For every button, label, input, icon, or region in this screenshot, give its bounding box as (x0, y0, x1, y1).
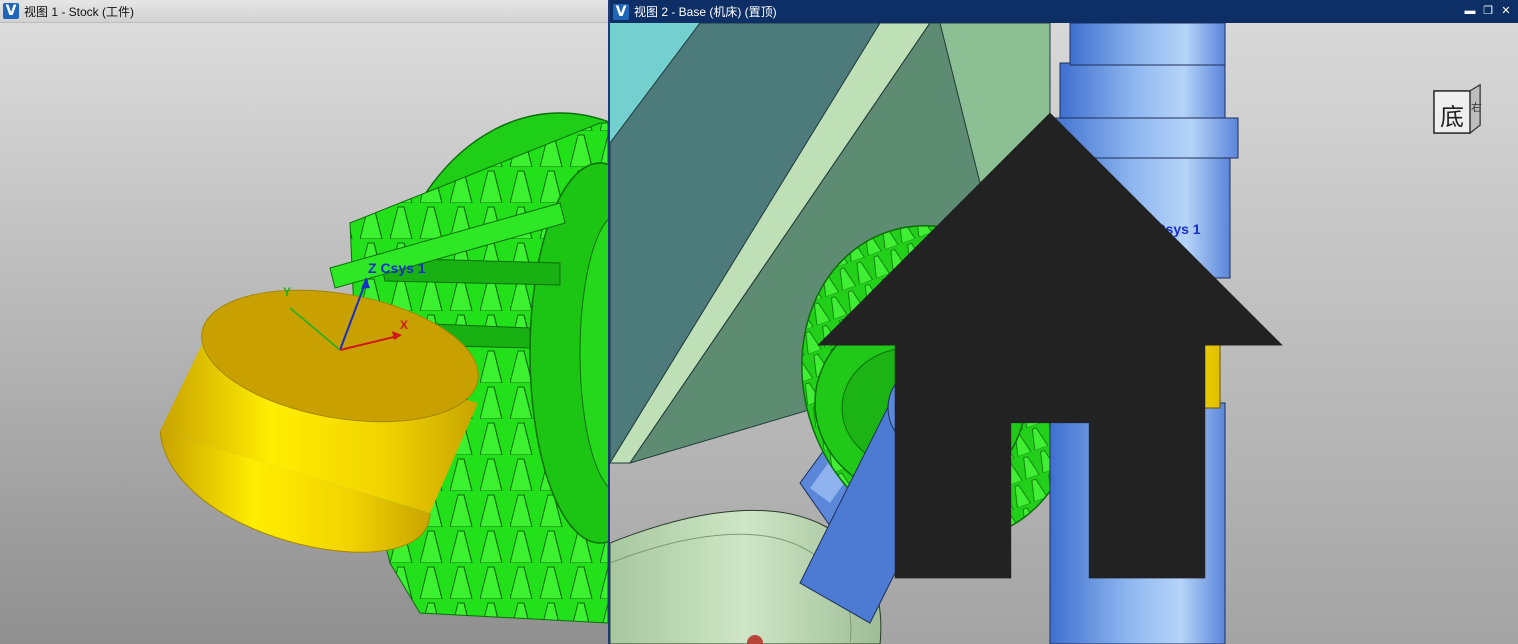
minimize-button[interactable]: ▬ (1464, 3, 1476, 19)
view-2-titlebar[interactable]: V 视图 2 - Base (机床) (置顶) ▬ ❐ ✕ (610, 0, 1518, 23)
view-1-scene (0, 23, 608, 644)
view-1-pane[interactable]: V 视图 1 - Stock (工件) Z Csys 1 X Y (0, 0, 608, 644)
view-2-pane[interactable]: V 视图 2 - Base (机床) (置顶) ▬ ❐ ✕ Z Csys 1 底… (608, 0, 1518, 644)
app-logo-icon: V (3, 3, 19, 19)
axis-x-label: X (400, 318, 409, 332)
view-1-titlebar[interactable]: V 视图 1 - Stock (工件) (0, 0, 608, 23)
view-cube-face-front[interactable]: 底 (1436, 97, 1468, 132)
view-cube[interactable]: 底 右 (1430, 81, 1488, 139)
window-controls: ▬ ❐ ✕ (1464, 3, 1512, 19)
view-2-title: 视图 2 - Base (机床) (置顶) (634, 5, 777, 19)
close-button[interactable]: ✕ (1500, 3, 1512, 19)
view-1-viewport[interactable]: Z Csys 1 X Y (0, 23, 608, 644)
app-logo-icon: V (613, 3, 629, 20)
view-1-title: 视图 1 - Stock (工件) (24, 4, 135, 19)
axis-y-label: Y (283, 285, 292, 299)
csys-z-label: Z Csys 1 (368, 260, 426, 276)
home-view-icon[interactable] (608, 35, 1504, 644)
view-cube-face-side[interactable]: 右 (1471, 99, 1482, 115)
view-2-viewport[interactable]: Z Csys 1 X Y 底 右 (610, 23, 1518, 644)
restore-button[interactable]: ❐ (1482, 3, 1494, 19)
